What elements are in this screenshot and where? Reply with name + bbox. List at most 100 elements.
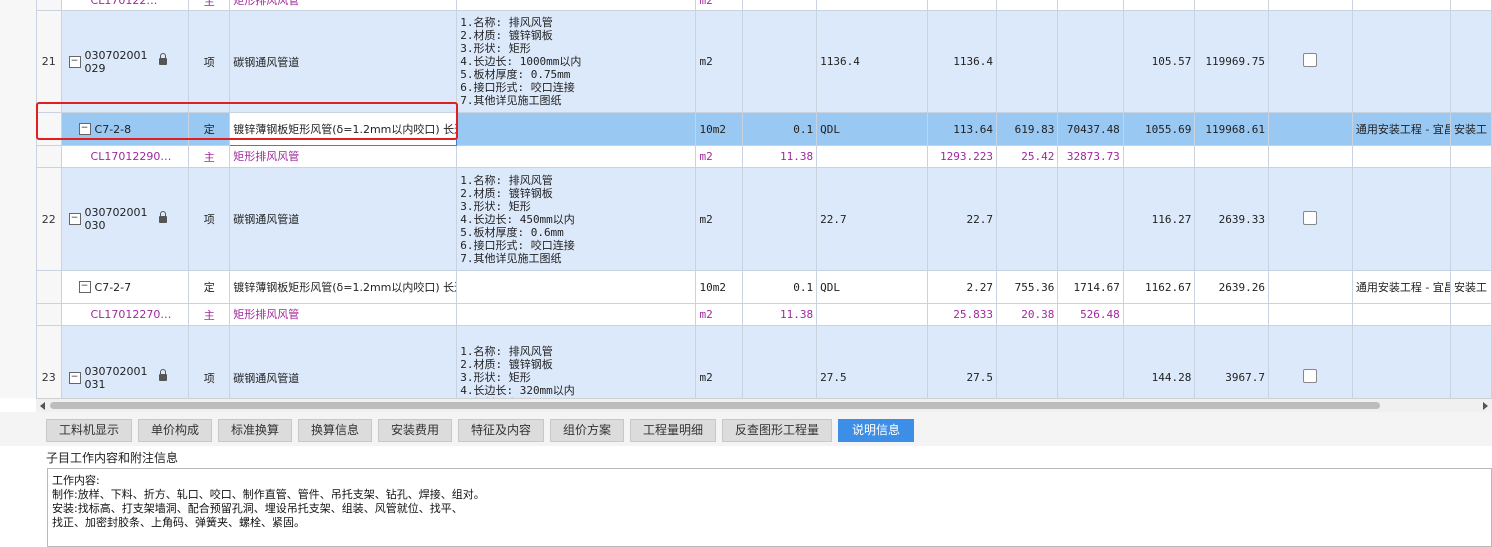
- total-cell[interactable]: 3967.7: [1194, 325, 1269, 398]
- feature-desc-cell[interactable]: 1.名称: 排风风管 2.材质: 镀锌钢板 3.形状: 矩形 4.长边长: 45…: [456, 167, 697, 271]
- work-content-text[interactable]: 工作内容: 制作:放样、下料、折方、轧口、咬口、制作直管、管件、吊托支架、钻孔、…: [47, 468, 1492, 547]
- quantity-cell[interactable]: 22.7: [926, 167, 998, 271]
- amount-cell[interactable]: 70437.48: [1057, 112, 1124, 146]
- code-cell[interactable]: CL170122…: [60, 0, 190, 11]
- amount-cell[interactable]: [1057, 0, 1124, 11]
- unit-price-cell[interactable]: 1162.67: [1122, 270, 1196, 304]
- name-cell[interactable]: 矩形排风风管: [229, 145, 458, 168]
- total-cell[interactable]: 119969.75: [1194, 10, 1269, 113]
- tab-8[interactable]: 工程量明细: [630, 419, 716, 442]
- material-row[interactable]: CL17012290… 主矩形排风风管 m2 11.38 1293.223 25.42 32…: [36, 145, 1492, 168]
- total-cell[interactable]: [1194, 0, 1269, 11]
- row-number[interactable]: [36, 0, 62, 11]
- amount-cell[interactable]: 1714.67: [1057, 270, 1124, 304]
- content-cell[interactable]: [742, 10, 818, 113]
- unit-price-cell[interactable]: [1122, 145, 1196, 168]
- code-cell[interactable]: −030702001030: [60, 167, 190, 271]
- name-cell[interactable]: 镀锌薄钢板矩形风管(δ=1.2mm以内咬口) 长边长(mm)≤450: [229, 270, 458, 304]
- price-cell[interactable]: [996, 0, 1059, 11]
- category-cell[interactable]: [1449, 0, 1492, 11]
- collapse-icon[interactable]: −: [68, 371, 81, 384]
- row-number[interactable]: 23: [36, 325, 62, 398]
- price-cell[interactable]: [996, 10, 1059, 113]
- content-cell[interactable]: [742, 0, 818, 11]
- content-cell[interactable]: 11.38: [742, 303, 818, 326]
- quantity-cell[interactable]: 2.27: [926, 270, 998, 304]
- name-cell[interactable]: 矩形排风风管: [229, 303, 458, 326]
- unit-cell[interactable]: m2: [695, 167, 744, 271]
- quantity-cell[interactable]: 1293.223: [926, 145, 998, 168]
- check-cell[interactable]: [1267, 0, 1353, 11]
- specialty-cell[interactable]: [1351, 10, 1451, 113]
- row-checkbox[interactable]: [1303, 210, 1318, 225]
- category-cell[interactable]: [1449, 145, 1492, 168]
- content-cell[interactable]: 0.1: [742, 270, 818, 304]
- category-cell[interactable]: 安装工: [1449, 270, 1492, 304]
- specialty-cell[interactable]: 通用安装工程 - 宜昌: [1351, 112, 1451, 146]
- content-cell[interactable]: 0.1: [742, 112, 818, 146]
- code-cell[interactable]: −030702001029: [60, 10, 190, 113]
- list-item-row[interactable]: 23−030702001031 项碳钢通风管道 1.名称: 排风风管 2.材质: 镀…: [36, 325, 1492, 398]
- type-cell[interactable]: 定: [188, 270, 231, 304]
- type-cell[interactable]: 主: [188, 303, 231, 326]
- unit-price-cell[interactable]: 116.27: [1122, 167, 1196, 271]
- unit-cell[interactable]: m2: [695, 303, 744, 326]
- material-row[interactable]: CL170122… 主矩形排风风管 m2: [36, 0, 1492, 11]
- specialty-cell[interactable]: 通用安装工程 - 宜昌: [1351, 270, 1451, 304]
- check-cell[interactable]: [1267, 167, 1353, 271]
- price-cell[interactable]: [996, 325, 1059, 398]
- quantity-expr-cell[interactable]: [816, 0, 928, 11]
- check-cell[interactable]: [1267, 112, 1353, 146]
- unit-cell[interactable]: m2: [695, 0, 744, 11]
- code-cell[interactable]: − C7-2-7: [60, 270, 190, 304]
- tab-5[interactable]: 安装费用: [378, 419, 452, 442]
- tab-7[interactable]: 组价方案: [550, 419, 624, 442]
- collapse-icon[interactable]: −: [68, 55, 81, 68]
- type-cell[interactable]: 主: [188, 145, 231, 168]
- total-cell[interactable]: 2639.33: [1194, 167, 1269, 271]
- total-cell[interactable]: 2639.26: [1194, 270, 1269, 304]
- list-item-row[interactable]: 22−030702001030 项碳钢通风管道 1.名称: 排风风管 2.材质: 镀…: [36, 167, 1492, 271]
- type-cell[interactable]: 项: [188, 325, 231, 398]
- tab-2[interactable]: 单价构成: [138, 419, 212, 442]
- row-number[interactable]: 22: [36, 167, 62, 271]
- quantity-cell[interactable]: [926, 0, 998, 11]
- type-cell[interactable]: 项: [188, 10, 231, 113]
- specialty-cell[interactable]: [1351, 0, 1451, 11]
- check-cell[interactable]: [1267, 145, 1353, 168]
- quota-row[interactable]: −C7-2-8定镀锌薄钢板矩形风管(δ=1.2mm以内咬口) 长边长(mm)≤1…: [36, 112, 1492, 146]
- quantity-expr-cell[interactable]: QDL: [816, 112, 928, 146]
- collapse-icon[interactable]: −: [68, 213, 81, 225]
- quantity-expr-cell[interactable]: 1136.4: [816, 10, 928, 113]
- content-cell[interactable]: [742, 167, 818, 271]
- category-cell[interactable]: [1449, 303, 1492, 326]
- unit-cell[interactable]: 10m2: [695, 270, 744, 304]
- scroll-thumb[interactable]: [50, 402, 1380, 409]
- feature-desc-cell[interactable]: [456, 303, 697, 326]
- price-cell[interactable]: 619.83: [996, 112, 1059, 146]
- amount-cell[interactable]: [1057, 325, 1124, 398]
- name-cell[interactable]: 碳钢通风管道: [229, 10, 458, 113]
- unit-price-cell[interactable]: 105.57: [1122, 10, 1196, 113]
- unit-cell[interactable]: m2: [695, 325, 744, 398]
- quantity-cell[interactable]: 27.5: [926, 325, 998, 398]
- row-checkbox[interactable]: [1303, 369, 1318, 383]
- row-number[interactable]: [36, 303, 62, 326]
- price-cell[interactable]: 20.38: [996, 303, 1059, 326]
- category-cell[interactable]: [1449, 10, 1492, 113]
- category-cell[interactable]: 安装工: [1449, 112, 1492, 146]
- specialty-cell[interactable]: [1351, 303, 1451, 326]
- specialty-cell[interactable]: [1351, 145, 1451, 168]
- code-cell[interactable]: CL17012290…: [60, 145, 190, 168]
- price-cell[interactable]: 25.42: [996, 145, 1059, 168]
- unit-cell[interactable]: m2: [695, 145, 744, 168]
- specialty-cell[interactable]: [1351, 167, 1451, 271]
- check-cell[interactable]: [1267, 270, 1353, 304]
- check-cell[interactable]: [1267, 325, 1353, 398]
- unit-cell[interactable]: 10m2: [695, 112, 744, 146]
- type-cell[interactable]: 定: [188, 112, 231, 146]
- code-cell[interactable]: CL17012270…: [60, 303, 190, 326]
- code-cell[interactable]: − C7-2-8: [60, 112, 190, 146]
- material-row[interactable]: CL17012270… 主矩形排风风管 m2 11.38 25.833 20.38 526.…: [36, 303, 1492, 326]
- unit-price-cell[interactable]: [1122, 0, 1196, 11]
